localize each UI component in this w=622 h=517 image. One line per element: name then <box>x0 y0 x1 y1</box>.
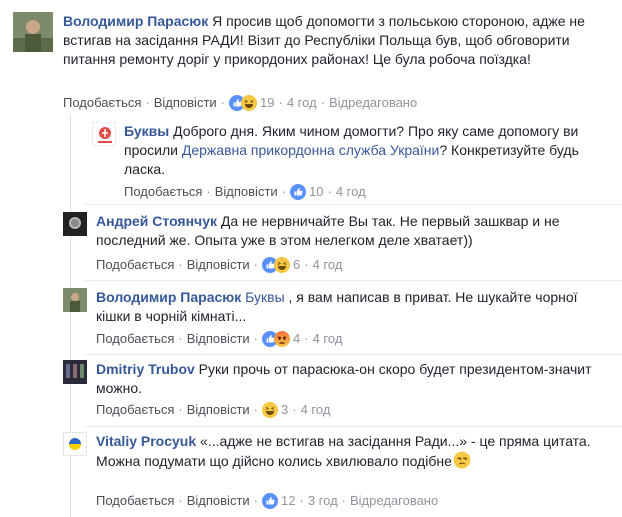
edited-label[interactable]: Відредаговано <box>350 493 438 509</box>
comment-author[interactable]: Vitaliy Procyuk <box>96 433 196 449</box>
haha-icon <box>274 257 291 273</box>
reply-button[interactable]: Відповісти <box>215 184 278 200</box>
like-button[interactable]: Подобається <box>124 184 202 200</box>
like-button[interactable]: Подобається <box>96 402 174 418</box>
comment-author[interactable]: Володимир Парасюк <box>63 13 208 29</box>
avatar[interactable] <box>63 360 87 384</box>
comment-parasiuk-main: Володимир Парасюк Я просив щоб допомогти… <box>0 0 622 114</box>
reply-bukvy: Буквы Доброго дня. Яким чином домогти? П… <box>0 114 622 204</box>
comment-text: Можна подумати що дійсно колись хвилювал… <box>96 453 452 469</box>
reaction-count[interactable]: 12 <box>281 493 295 509</box>
like-button[interactable]: Подобається <box>96 257 174 273</box>
timestamp[interactable]: 3 год <box>308 493 338 509</box>
reaction-count[interactable]: 3 <box>281 402 288 418</box>
reply-stoianchuk: Андрей Стоянчук Да не нервничайте Вы так… <box>0 204 622 280</box>
comment-body: Володимир Парасюк Буквы , я вам написав … <box>96 288 608 326</box>
reactions[interactable] <box>262 257 291 273</box>
comment-body: Dmitriy Trubov Руки прочь от парасюка-он… <box>96 360 608 398</box>
reaction-count[interactable]: 10 <box>309 184 323 200</box>
reactions[interactable] <box>262 493 279 509</box>
comment-body: Андрей Стоянчук Да не нервничайте Вы так… <box>96 212 608 250</box>
like-icon <box>262 493 279 509</box>
haha-icon <box>241 95 258 111</box>
avatar[interactable] <box>13 12 53 52</box>
timestamp[interactable]: 4 год <box>313 331 343 347</box>
reply-button[interactable]: Відповісти <box>187 402 250 418</box>
comment-actions: Подобається · Відповісти · 4 · 4 год <box>96 331 343 347</box>
reactions[interactable] <box>262 402 279 418</box>
reply-button[interactable]: Відповісти <box>154 95 217 111</box>
comment-body: Буквы Доброго дня. Яким чином домогти? П… <box>124 122 604 179</box>
timestamp[interactable]: 4 год <box>313 257 343 273</box>
comment-actions: Подобається · Відповісти · 6 · 4 год <box>96 257 343 273</box>
timestamp[interactable]: 4 год <box>336 184 366 200</box>
comment-actions: Подобається · Відповісти · 10 · 4 год <box>124 184 366 200</box>
avatar[interactable] <box>63 212 87 236</box>
avatar[interactable] <box>92 122 116 146</box>
like-button[interactable]: Подобається <box>96 493 174 509</box>
comment-body: Володимир Парасюк Я просив щоб допомогти… <box>63 12 615 69</box>
reactions[interactable] <box>229 95 258 111</box>
comment-author[interactable]: Володимир Парасюк <box>96 289 241 305</box>
reaction-count[interactable]: 6 <box>293 257 300 273</box>
like-icon <box>290 184 307 200</box>
angry-icon <box>274 331 291 347</box>
avatar[interactable] <box>63 288 87 312</box>
reaction-count[interactable]: 4 <box>293 331 300 347</box>
timestamp[interactable]: 4 год <box>287 95 317 111</box>
reply-button[interactable]: Відповісти <box>187 257 250 273</box>
comment-author[interactable]: Буквы <box>124 123 169 139</box>
like-button[interactable]: Подобається <box>96 331 174 347</box>
edited-label[interactable]: Відредаговано <box>329 95 417 111</box>
comment-actions: Подобається · Відповісти · 12 · 3 год · … <box>96 493 439 509</box>
timestamp[interactable]: 4 год <box>301 402 331 418</box>
comment-actions: Подобається · Відповісти · 19 · 4 год · … <box>63 95 418 111</box>
comment-author[interactable]: Андрей Стоянчук <box>96 213 217 229</box>
reaction-count[interactable]: 19 <box>260 95 274 111</box>
reply-trubov: Dmitriy Trubov Руки прочь от парасюка-он… <box>0 354 622 426</box>
reactions[interactable] <box>262 331 291 347</box>
comment-text: «...адже не встигав на засідання Ради...… <box>196 433 591 449</box>
unamused-emoji-icon <box>453 451 471 469</box>
comment-actions: Подобається · Відповісти · 3 · 4 год <box>96 402 331 418</box>
reactions[interactable] <box>290 184 307 200</box>
like-button[interactable]: Подобається <box>63 95 141 111</box>
reply-button[interactable]: Відповісти <box>187 331 250 347</box>
mention-link[interactable]: Буквы <box>245 289 285 305</box>
haha-icon <box>262 402 279 418</box>
mention-link[interactable]: Державна прикордонна служба України <box>182 142 440 158</box>
avatar[interactable] <box>63 432 87 456</box>
comment-author[interactable]: Dmitriy Trubov <box>96 361 195 377</box>
reply-button[interactable]: Відповісти <box>187 493 250 509</box>
reply-procyuk: Vitaliy Procyuk «...адже не встигав на з… <box>0 426 622 517</box>
reply-parasiuk: Володимир Парасюк Буквы , я вам написав … <box>0 280 622 354</box>
comment-body: Vitaliy Procyuk «...адже не встигав на з… <box>96 432 608 471</box>
